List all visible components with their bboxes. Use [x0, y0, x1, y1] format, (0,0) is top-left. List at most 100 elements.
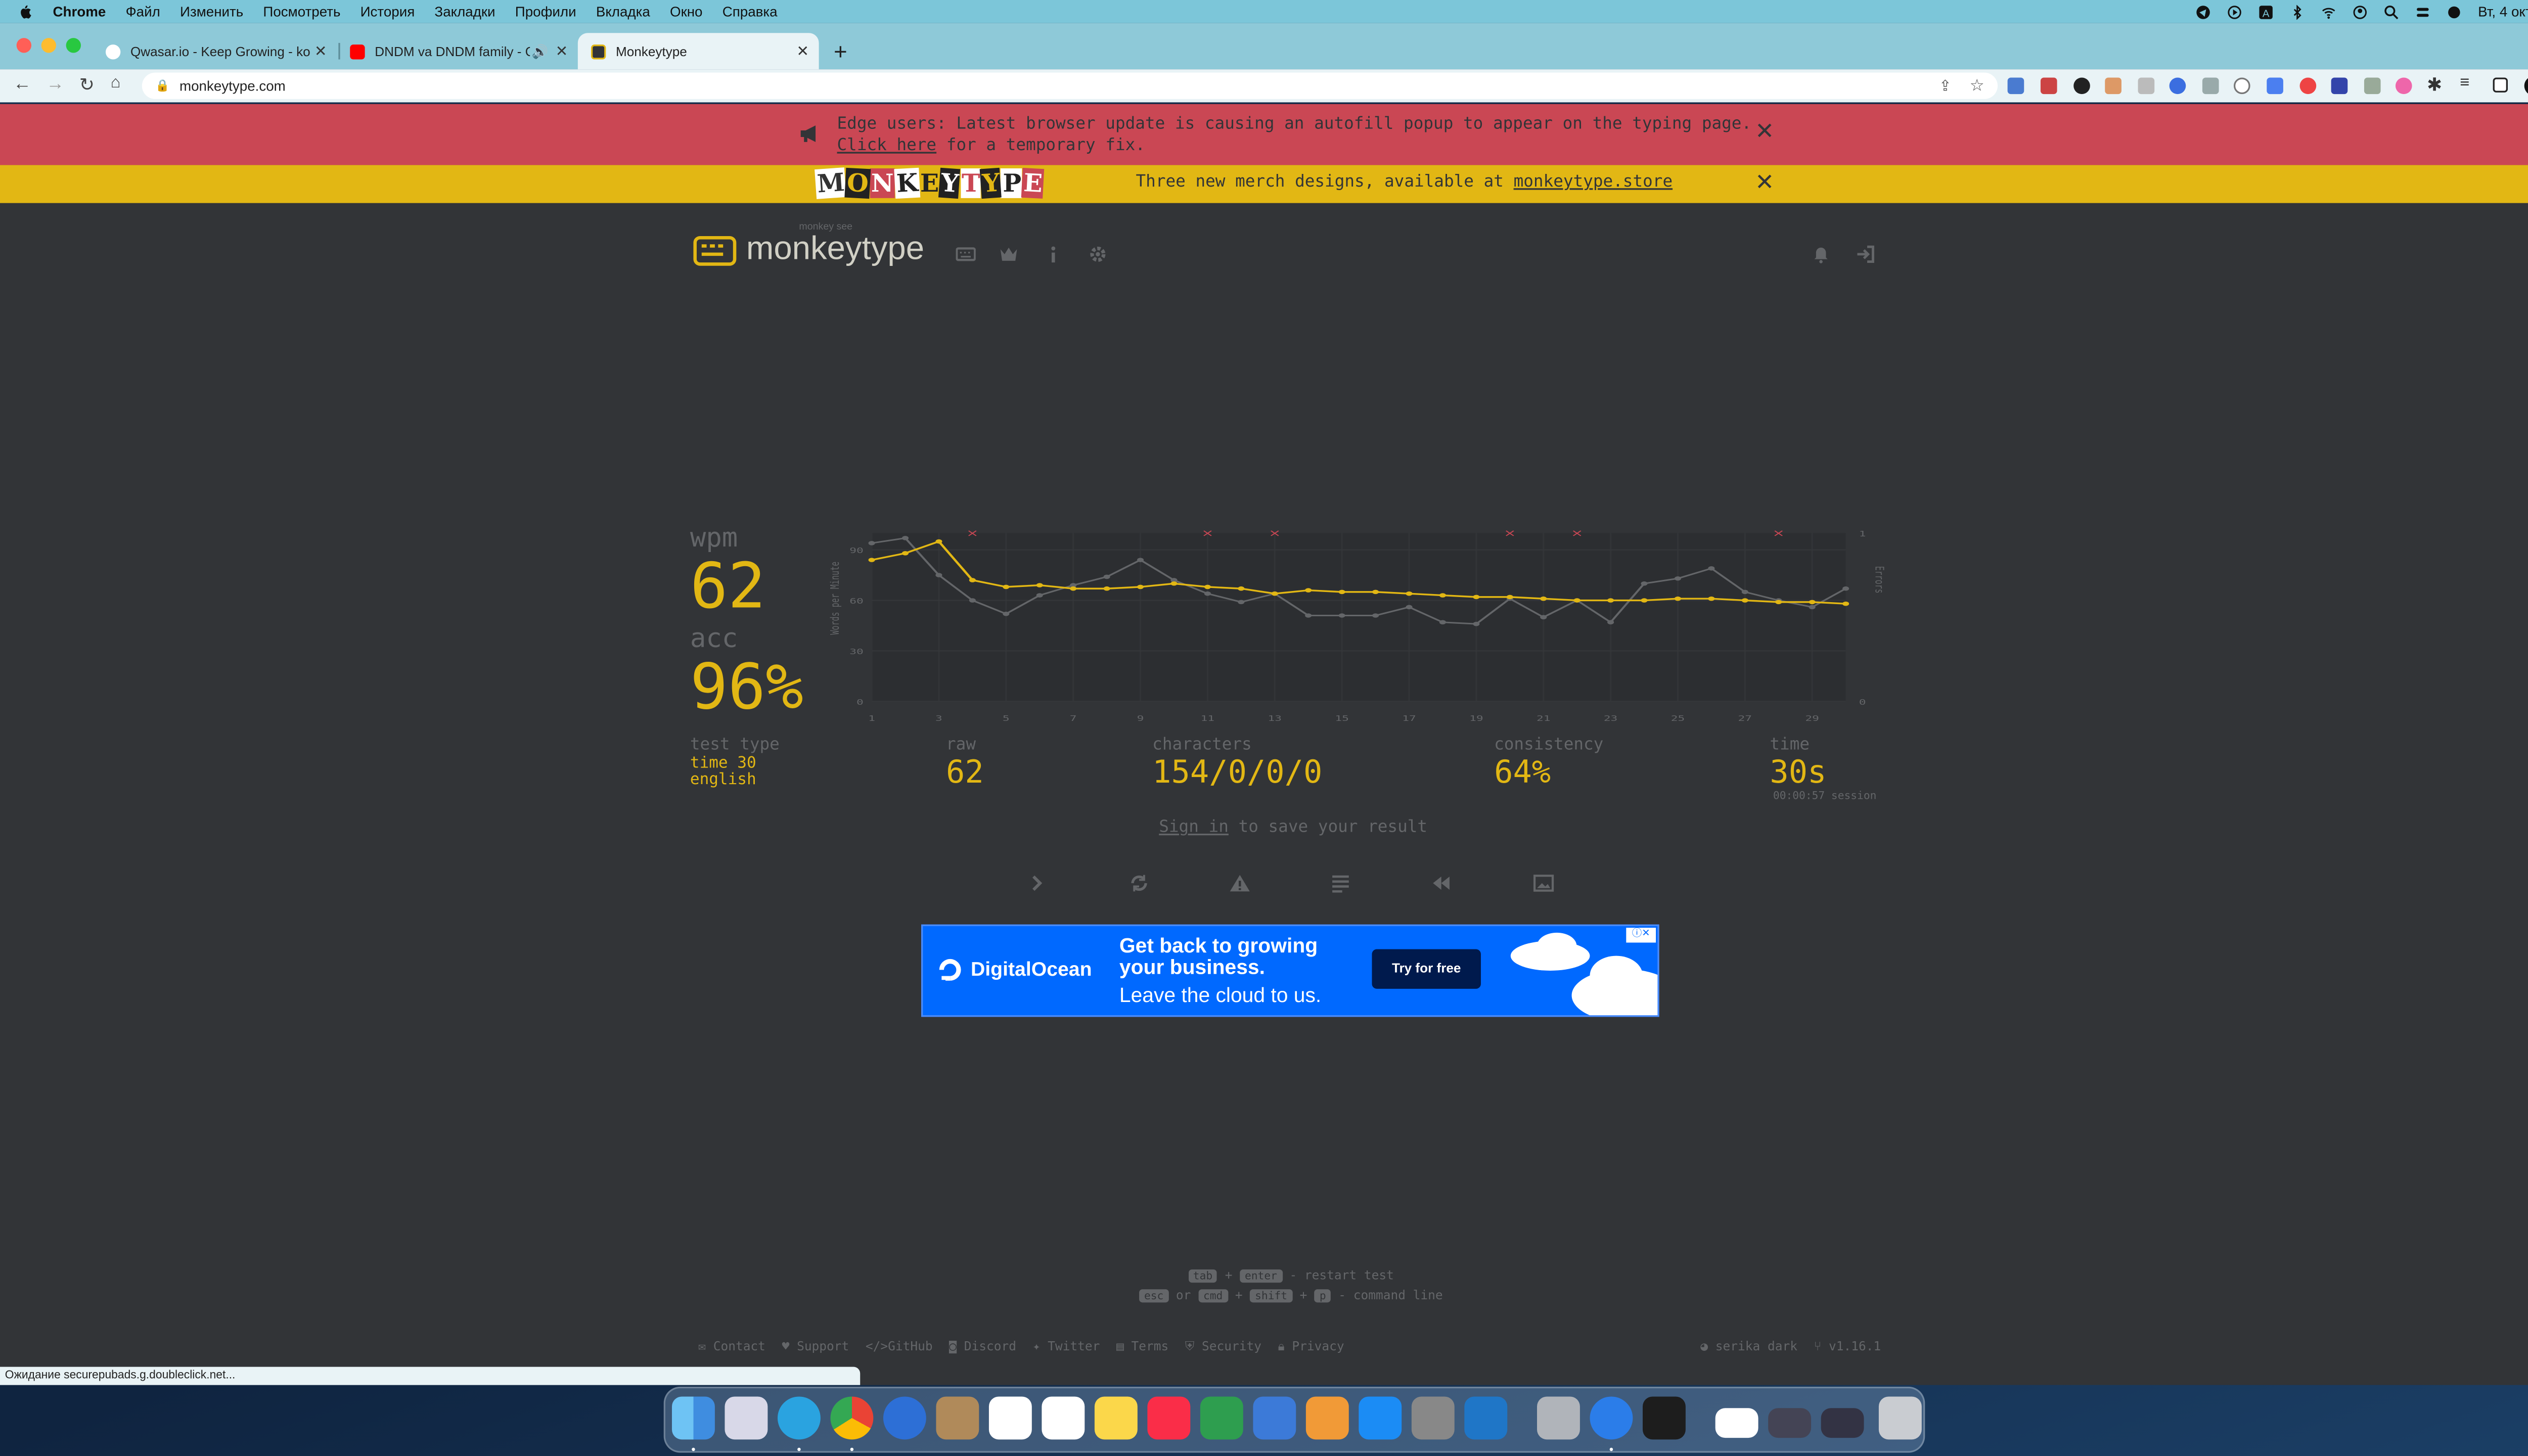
recent-window-thumbnail[interactable] — [1715, 1408, 1758, 1438]
merch-store-link[interactable]: monkeytype.store — [1514, 173, 1673, 192]
pages-icon[interactable] — [1305, 1396, 1349, 1440]
about-info-icon[interactable] — [1044, 244, 1063, 264]
numbers-icon[interactable] — [1200, 1396, 1243, 1440]
telegram-status-icon[interactable] — [2196, 4, 2210, 19]
monkeytype-logo[interactable]: monkey see monkeytype — [693, 223, 924, 269]
practice-mistakes-warning-icon[interactable] — [1228, 873, 1251, 893]
digitalocean-ad[interactable]: DigitalOcean Get back to growing your bu… — [921, 924, 1659, 1017]
address-bar[interactable]: 🔒 monkeytype.com ⇪ ☆ — [142, 72, 1998, 99]
extension-icon[interactable] — [2331, 77, 2348, 95]
vscode-icon[interactable] — [1464, 1396, 1508, 1440]
finder-icon[interactable] — [671, 1396, 715, 1440]
footer-twitter[interactable]: ✦ Twitter — [1033, 1339, 1100, 1355]
recent-window-thumbnail[interactable] — [1821, 1408, 1864, 1438]
extension-icon[interactable] — [2169, 77, 2186, 95]
trash-icon[interactable] — [1878, 1396, 1922, 1440]
menubar-clock[interactable]: Вт, 4 окт. 11:28 — [2478, 4, 2528, 20]
play-status-icon[interactable] — [2227, 4, 2242, 19]
back-arrow-icon[interactable]: ← — [13, 74, 31, 94]
close-banner-icon[interactable]: ✕ — [1755, 119, 1774, 145]
forward-arrow-icon[interactable]: → — [46, 74, 64, 94]
contacts-icon[interactable] — [936, 1396, 979, 1440]
reload-icon[interactable]: ↻ — [79, 74, 95, 96]
menu-help[interactable]: Справка — [723, 4, 778, 20]
extension-icon[interactable] — [2040, 77, 2057, 95]
merch-logo[interactable]: M O N K E Y T Y P E — [814, 167, 1045, 200]
profile-avatar[interactable] — [2524, 76, 2528, 96]
extension-icon[interactable] — [2073, 77, 2090, 95]
footer-github[interactable]: </>GitHub — [866, 1339, 933, 1355]
maps-app-icon[interactable] — [883, 1396, 926, 1440]
leaderboard-crown-icon[interactable] — [999, 244, 1019, 264]
extension-icon[interactable] — [2395, 77, 2412, 95]
wifi-icon[interactable] — [2321, 4, 2336, 19]
extensions-puzzle-icon[interactable]: ✱ — [2427, 74, 2442, 96]
bluetooth-icon[interactable] — [2290, 4, 2305, 19]
tab-monkeytype[interactable]: Monkeytype ✕ — [577, 33, 819, 70]
announcement-fix-link[interactable]: Click here — [837, 137, 937, 155]
footer-support[interactable]: ♥ Support — [782, 1339, 849, 1355]
apple-icon[interactable] — [17, 4, 33, 20]
menu-file[interactable]: Файл — [126, 4, 160, 20]
footer-theme[interactable]: ◕ serika dark — [1700, 1339, 1797, 1353]
tab-qwasar[interactable]: Qwasar.io - Keep Growing - ko ✕ — [93, 33, 337, 69]
watch-replay-rewind-icon[interactable] — [1430, 873, 1453, 893]
settings-gear-icon[interactable] — [1088, 244, 1108, 264]
close-tab-icon[interactable]: ✕ — [556, 42, 568, 60]
menu-app-name[interactable]: Chrome — [53, 4, 106, 20]
menu-tab[interactable]: Вкладка — [596, 4, 650, 20]
notes-icon[interactable] — [1094, 1396, 1138, 1440]
menu-edit[interactable]: Изменить — [180, 4, 243, 20]
menu-window[interactable]: Окно — [670, 4, 703, 20]
close-tab-icon[interactable]: ✕ — [796, 42, 809, 60]
sign-in-link[interactable]: Sign in — [1159, 819, 1229, 837]
footer-contact[interactable]: ✉ Contact — [698, 1339, 765, 1355]
share-icon[interactable]: ⇪ — [1939, 77, 1952, 95]
menu-history[interactable]: История — [360, 4, 415, 20]
ad-choices-close-icon[interactable]: ⓘ✕ — [1626, 928, 1656, 943]
notifications-bell-icon[interactable] — [1811, 244, 1831, 264]
side-panel-icon[interactable] — [2493, 77, 2508, 93]
minimize-window-button[interactable] — [41, 38, 57, 53]
system-preferences-icon[interactable] — [1411, 1396, 1455, 1440]
new-tab-plus-icon[interactable]: + — [834, 38, 847, 64]
footer-terms[interactable]: ▤ Terms — [1116, 1339, 1168, 1355]
bookmark-star-icon[interactable]: ☆ — [1970, 77, 1984, 95]
next-test-chevron-icon[interactable] — [1025, 873, 1049, 893]
translate-extension-icon[interactable] — [2007, 77, 2024, 95]
speaker-icon[interactable]: 🔊 — [532, 44, 549, 59]
save-screenshot-image-icon[interactable] — [1532, 873, 1555, 893]
footer-privacy[interactable]: 🔒︎ Privacy — [1278, 1339, 1344, 1355]
spotlight-search-icon[interactable] — [2384, 4, 2399, 19]
user-switch-icon[interactable] — [2353, 4, 2367, 19]
close-window-button[interactable] — [16, 38, 32, 53]
zoom-window-button[interactable] — [66, 38, 81, 53]
reminders-icon[interactable] — [1042, 1396, 1085, 1440]
input-source-icon[interactable]: A — [2259, 4, 2273, 19]
app-store-icon[interactable] — [1359, 1396, 1402, 1440]
close-tab-icon[interactable]: ✕ — [314, 42, 327, 60]
close-banner-icon[interactable]: ✕ — [1755, 170, 1774, 196]
home-icon[interactable]: ⌂ — [111, 74, 121, 93]
url-text[interactable]: monkeytype.com — [179, 77, 286, 94]
music-icon[interactable] — [1147, 1396, 1191, 1440]
footer-discord[interactable]: ◙ Discord — [949, 1339, 1016, 1355]
reading-list-icon[interactable]: ≡ — [2460, 74, 2469, 93]
show-words-history-icon[interactable] — [1329, 873, 1352, 893]
extension-icon[interactable] — [2202, 77, 2219, 95]
database-app-icon[interactable] — [1537, 1396, 1580, 1440]
footer-version[interactable]: ⑂ v1.16.1 — [1814, 1339, 1881, 1353]
menu-view[interactable]: Посмотреть — [263, 4, 340, 20]
extension-icon[interactable] — [2267, 77, 2283, 95]
chrome-icon[interactable] — [830, 1396, 874, 1440]
footer-security[interactable]: ⛨ Security — [1185, 1339, 1261, 1355]
keynote-icon[interactable] — [1253, 1396, 1296, 1440]
extension-icon[interactable] — [2364, 77, 2381, 95]
restart-icon[interactable] — [1127, 873, 1151, 893]
safari-icon[interactable] — [1590, 1396, 1633, 1440]
login-icon[interactable] — [1856, 244, 1875, 264]
lock-icon[interactable]: 🔒 — [155, 79, 169, 93]
siri-icon[interactable] — [2447, 4, 2461, 19]
control-center-icon[interactable] — [2415, 4, 2430, 19]
menu-profiles[interactable]: Профили — [515, 4, 576, 20]
